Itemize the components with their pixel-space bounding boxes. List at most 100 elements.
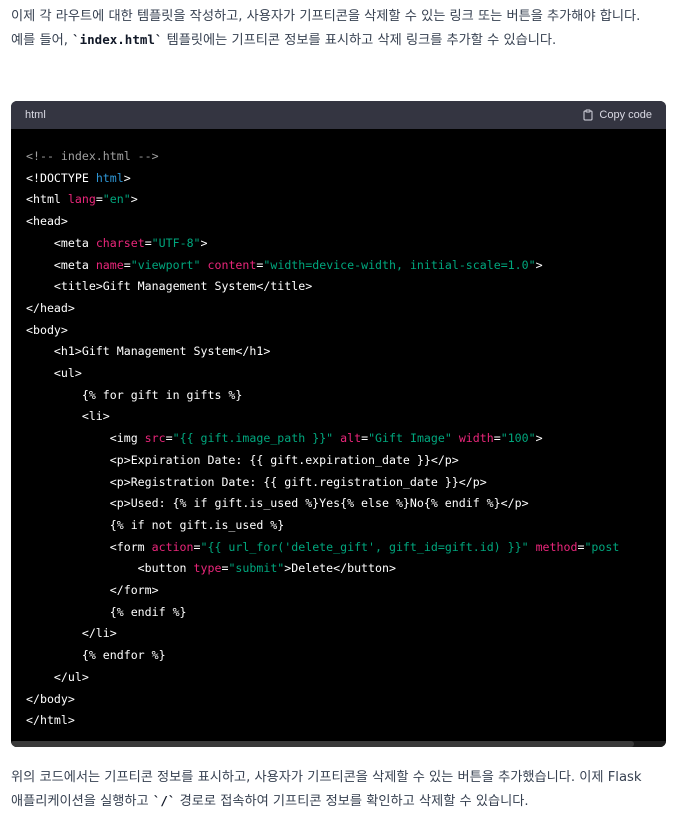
- code-token: <p>Registration Date: {{ gift.registrati…: [26, 474, 487, 489]
- code-block-header: html Copy code: [11, 101, 666, 129]
- code-line: <img src="{{ gift.image_path }}" alt="Gi…: [26, 428, 651, 450]
- code-line: </ul>: [26, 667, 651, 689]
- code-line: {% if not gift.is_used %}: [26, 515, 651, 537]
- code-token: charset: [95, 235, 145, 250]
- code-line: <title>Gift Management System</title>: [26, 276, 651, 298]
- code-token: </form>: [26, 583, 159, 598]
- code-line: <body>: [26, 320, 651, 342]
- code-token: =: [144, 235, 152, 250]
- outro-paragraph: 위의 코드에서는 기프티콘 정보를 표시하고, 사용자가 기프티콘을 삭제할 수…: [11, 766, 666, 813]
- code-token: width: [458, 431, 494, 446]
- code-token: =: [493, 431, 501, 446]
- code-line: </form>: [26, 580, 651, 602]
- clipboard-icon: [583, 109, 593, 121]
- code-token: {% if not gift.is_used %}: [26, 517, 285, 532]
- code-token: <meta: [26, 235, 96, 250]
- copy-code-button[interactable]: Copy code: [582, 109, 652, 121]
- code-token: <body>: [26, 322, 68, 337]
- outro-text-after: 경로로 접속하여 기프티콘 정보를 확인하고 삭제할 수 있습니다.: [175, 794, 529, 809]
- code-token: </html>: [26, 713, 75, 728]
- code-token: >: [535, 431, 543, 446]
- horizontal-scrollbar-thumb[interactable]: [11, 741, 634, 747]
- code-token: "{{ gift.image_path }}": [172, 431, 334, 446]
- outro-inline-code: `/`: [152, 793, 176, 808]
- code-token: =: [193, 539, 201, 554]
- code-token: >Delete</button>: [284, 561, 396, 576]
- copy-code-label: Copy code: [599, 109, 652, 121]
- code-body: <!-- index.html --> <!DOCTYPE html> <html …: [11, 129, 666, 747]
- code-token: lang: [67, 192, 96, 207]
- code-token: <p>Expiration Date: {{ gift.expiration_d…: [26, 452, 459, 467]
- code-token: <!DOCTYPE: [26, 170, 96, 185]
- code-token: <title>Gift Management System</title>: [26, 279, 313, 294]
- code-line: </html>: [26, 710, 651, 732]
- code-line: <p>Registration Date: {{ gift.registrati…: [26, 472, 651, 494]
- code-token: action: [151, 539, 194, 554]
- code-token: "post: [584, 539, 620, 554]
- code-token: "submit": [228, 561, 285, 576]
- code-line: <meta name="viewport" content="width=dev…: [26, 255, 651, 277]
- code-token: <ul>: [26, 366, 82, 381]
- code-token: </body>: [26, 691, 75, 706]
- code-token: {% endfor %}: [26, 648, 166, 663]
- intro-text-after: 템플릿에는 기프티콘 정보를 표시하고 삭제 링크를 추가할 수 있습니다.: [162, 33, 557, 48]
- code-line: {% endfor %}: [26, 645, 651, 667]
- code-token: method: [535, 539, 578, 554]
- code-token: >: [123, 170, 131, 185]
- code-token: </li>: [26, 626, 117, 641]
- code-token: >: [200, 235, 208, 250]
- code-token: =: [123, 257, 131, 272]
- code-token: <meta: [26, 257, 96, 272]
- code-line: </li>: [26, 623, 651, 645]
- code-line: <button type="submit">Delete</button>: [26, 558, 651, 580]
- code-token: src: [144, 431, 166, 446]
- code-line: <h1>Gift Management System</h1>: [26, 341, 651, 363]
- code-line: <!DOCTYPE html>: [26, 168, 651, 190]
- code-line: {% for gift in gifts %}: [26, 385, 651, 407]
- code-line: </head>: [26, 298, 651, 320]
- code-token: "viewport": [130, 257, 201, 272]
- code-line: <ul>: [26, 363, 651, 385]
- code-line: </body>: [26, 689, 651, 711]
- code-token: <h1>Gift Management System</h1>: [26, 344, 271, 359]
- code-token: >: [535, 257, 543, 272]
- code-token: =: [95, 192, 103, 207]
- code-token: "{{ url_for('delete_gift', gift_id=gift.…: [200, 539, 529, 554]
- code-token: <head>: [26, 214, 68, 229]
- horizontal-scrollbar-track[interactable]: [11, 741, 666, 747]
- code-token: <img: [26, 431, 145, 446]
- code-token: <li>: [26, 409, 110, 424]
- code-token: type: [193, 561, 222, 576]
- code-token: >: [130, 192, 138, 207]
- code-block: html Copy code <!-- index.html --> <!DOCT…: [11, 101, 666, 747]
- code-token: "en": [102, 192, 131, 207]
- code-token: <button: [26, 561, 194, 576]
- code-token: </head>: [26, 300, 75, 315]
- code-token: =: [165, 431, 173, 446]
- code-token: "Gift Image": [368, 431, 452, 446]
- code-token: alt: [340, 431, 362, 446]
- code-content: <!-- index.html --> <!DOCTYPE html> <html …: [11, 129, 666, 732]
- code-token: {% for gift in gifts %}: [26, 387, 243, 402]
- code-token: <p>Used: {% if gift.is_used %}Yes{% else…: [26, 496, 529, 511]
- code-line: <!-- index.html -->: [26, 146, 651, 168]
- code-token: </ul>: [26, 669, 89, 684]
- code-line: <p>Used: {% if gift.is_used %}Yes{% else…: [26, 493, 651, 515]
- code-token: html: [95, 170, 124, 185]
- code-token: content: [207, 257, 257, 272]
- code-line: <li>: [26, 406, 651, 428]
- code-token: name: [95, 257, 124, 272]
- code-language-label: html: [25, 109, 46, 121]
- code-token: <html: [26, 192, 68, 207]
- code-token: "UTF-8": [151, 235, 201, 250]
- code-line: <html lang="en">: [26, 189, 651, 211]
- code-line: <head>: [26, 211, 651, 233]
- code-token: <form: [26, 539, 152, 554]
- code-token: "100": [500, 431, 536, 446]
- code-token: <!-- index.html -->: [26, 149, 159, 163]
- intro-inline-code: `index.html`: [72, 32, 163, 47]
- code-token: {% endif %}: [26, 604, 187, 619]
